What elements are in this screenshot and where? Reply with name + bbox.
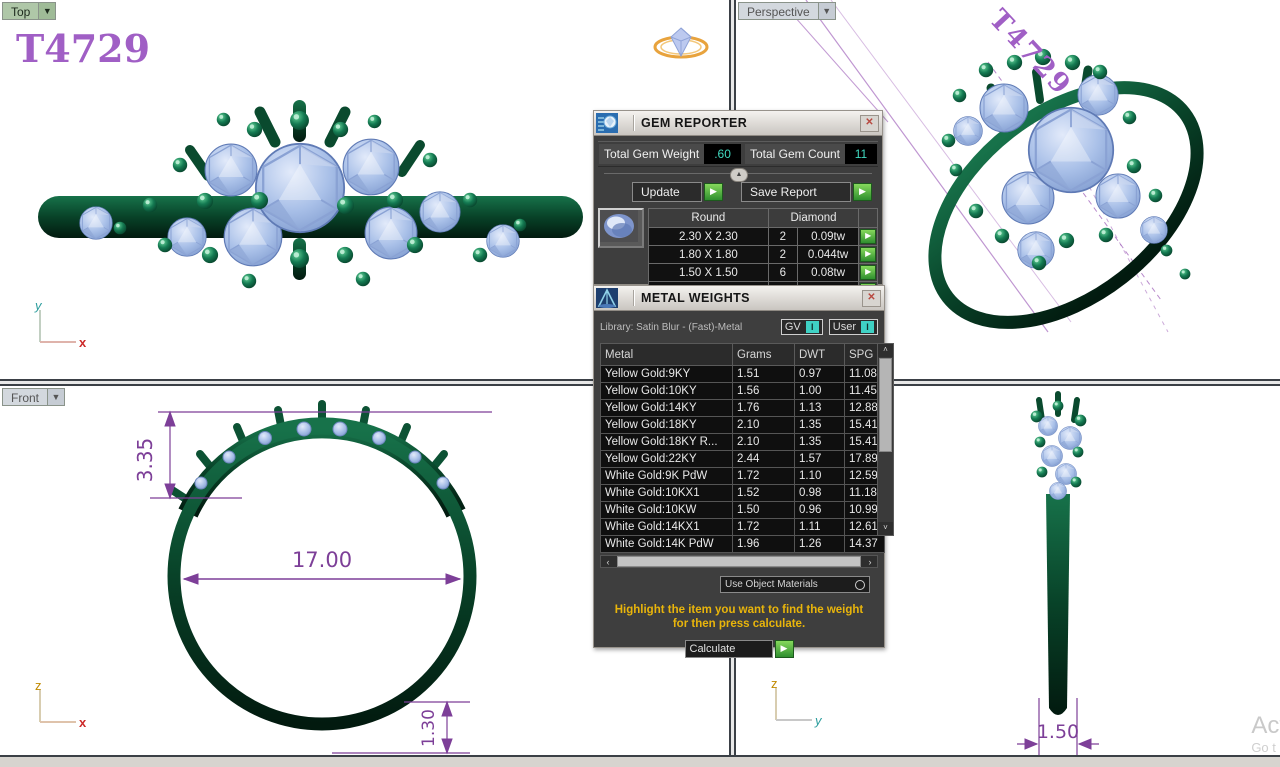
windows-activation-watermark: Act Go t [1251,712,1280,755]
chevron-down-icon[interactable]: ▼ [38,2,56,20]
close-icon[interactable]: ✕ [862,290,881,307]
metal-weights-titlebar[interactable]: METAL WEIGHTS ✕ [594,286,884,311]
scroll-up-icon[interactable]: ˄ [878,344,893,357]
calculate-button[interactable]: Calculate [685,640,773,658]
update-go-button[interactable]: ▶ [704,183,723,201]
total-gem-weight-value: .60 [704,144,741,164]
library-label: Library: Satin Blur - (Fast)-Metal [600,322,775,333]
save-report-button[interactable]: Save Report [741,182,851,202]
total-gem-count-label: Total Gem Count [745,144,845,164]
axis-gizmo-front: z x [26,678,88,736]
close-icon[interactable]: ✕ [860,115,879,132]
axis-label-x: x [79,335,87,350]
matrix-cad-window: Top ▼ T4729 y x [0,0,1280,767]
gem-reporter-panel: GEM REPORTER ✕ Total Gem Weight .60 Tota… [593,110,883,285]
ring-logo-icon [652,24,710,60]
metal-weights-title: METAL WEIGHTS [635,291,750,305]
metal-row[interactable]: White Gold:10KW1.50 0.9610.99 [601,502,885,519]
update-button[interactable]: Update [632,182,702,202]
instruction-text: Highlight the item you want to find the … [594,603,884,631]
total-gem-count-value: 11 [845,144,877,164]
horizontal-scrollbar[interactable]: ‹ › [600,555,878,568]
gem-reporter-titlebar[interactable]: GEM REPORTER ✕ [594,111,882,136]
gem-row[interactable]: 2.30 X 2.30 2 0.09tw ▶ [649,228,878,246]
scrollbar-thumb[interactable] [879,358,892,452]
calculate-go-button[interactable]: ▶ [775,640,794,658]
panel-divider: ▲ [604,168,872,180]
scrollbar-thumb[interactable] [617,556,861,567]
user-toggle-indicator[interactable]: I [861,321,874,333]
gem-reporter-icon [595,112,619,134]
gem-reporter-title: GEM REPORTER [635,116,747,130]
metal-row[interactable]: Yellow Gold:14KY1.76 1.1312.88 [601,400,885,417]
vertical-scrollbar[interactable]: ˄ ˅ [877,343,894,536]
gem-row-go-button[interactable]: ▶ [860,265,876,280]
metal-row[interactable]: Yellow Gold:10KY1.56 1.0011.45 [601,383,885,400]
axis-label-y: y [814,713,823,728]
metal-table: Metal Grams DWT SPG Yellow Gold:9KY1.51 … [600,343,885,553]
axis-label-z: z [771,676,778,691]
metal-table-header: Metal Grams DWT SPG [601,344,885,366]
col-metal: Metal [601,344,733,366]
chevron-down-icon[interactable]: ▼ [47,388,65,406]
gem-row[interactable]: 1.80 X 1.80 2 0.044tw ▶ [649,246,878,264]
axis-label-z: z [35,678,42,693]
gv-button[interactable]: GV I [781,319,823,335]
col-dwt: DWT [795,344,845,366]
axis-label-x: x [79,715,87,730]
gem-row-go-button[interactable]: ▶ [860,229,876,244]
metal-weights-icon [595,287,619,309]
use-object-materials-button[interactable]: Use Object Materials [720,576,870,593]
axis-label-y: y [34,298,43,313]
metal-row[interactable]: Yellow Gold:9KY1.51 0.9711.08 [601,366,885,383]
radio-indicator-icon [855,580,865,590]
gem-table-header: Round Diamond [649,209,878,228]
gem-row[interactable]: 1.50 X 1.50 6 0.08tw ▶ [649,264,878,282]
model-id-label: T4729 [16,26,150,71]
gem-totals-row: Total Gem Weight .60 Total Gem Count 11 [598,141,878,167]
dimension-label-diameter: 17.00 [292,548,352,572]
scroll-right-icon[interactable]: › [863,557,877,567]
viewport-tab-label: Perspective [738,2,818,20]
axis-gizmo-top: y x [26,298,88,356]
scroll-left-icon[interactable]: ‹ [601,557,615,567]
dimension-label-height: 3.35 [133,438,157,483]
gem-image [600,210,638,242]
metal-row[interactable]: White Gold:14K PdW1.96 1.2614.37 [601,536,885,553]
collapse-handle[interactable]: ▲ [730,168,748,182]
chevron-down-icon[interactable]: ▼ [818,2,836,20]
metal-row[interactable]: Yellow Gold:18KY R...2.10 1.3515.41 [601,434,885,451]
col-diamond: Diamond [768,209,859,228]
status-bar [0,755,1280,767]
gem-row-go-button[interactable]: ▶ [860,247,876,262]
viewport-tab-label: Top [2,2,38,20]
metal-row[interactable]: Yellow Gold:22KY2.44 1.5717.89 [601,451,885,468]
dimension-label-band-width: 1.50 [1037,721,1079,743]
metal-row[interactable]: White Gold:9K PdW1.72 1.1012.59 [601,468,885,485]
metal-row[interactable]: White Gold:10KX11.52 0.9811.18 [601,485,885,502]
gem-thumbnail[interactable] [598,208,644,248]
col-round: Round [649,209,769,228]
axis-gizmo-right: z y [762,676,824,734]
viewport-tab-front[interactable]: Front ▼ [2,388,65,406]
total-gem-weight-label: Total Gem Weight [599,144,704,164]
dimension-label-thickness: 1.30 [419,709,439,747]
gv-toggle-indicator[interactable]: I [806,321,819,333]
save-report-go-button[interactable]: ▶ [853,183,872,201]
metal-weights-panel: METAL WEIGHTS ✕ Library: Satin Blur - (F… [593,285,885,648]
scroll-down-icon[interactable]: ˅ [878,522,893,535]
user-button[interactable]: User I [829,319,878,335]
viewport-tab-perspective[interactable]: Perspective ▼ [738,2,836,20]
viewport-tab-top[interactable]: Top ▼ [2,2,56,20]
col-grams: Grams [733,344,795,366]
metal-row[interactable]: Yellow Gold:18KY2.10 1.3515.41 [601,417,885,434]
metal-row[interactable]: White Gold:14KX11.72 1.1112.61 [601,519,885,536]
viewport-tab-label: Front [2,388,47,406]
